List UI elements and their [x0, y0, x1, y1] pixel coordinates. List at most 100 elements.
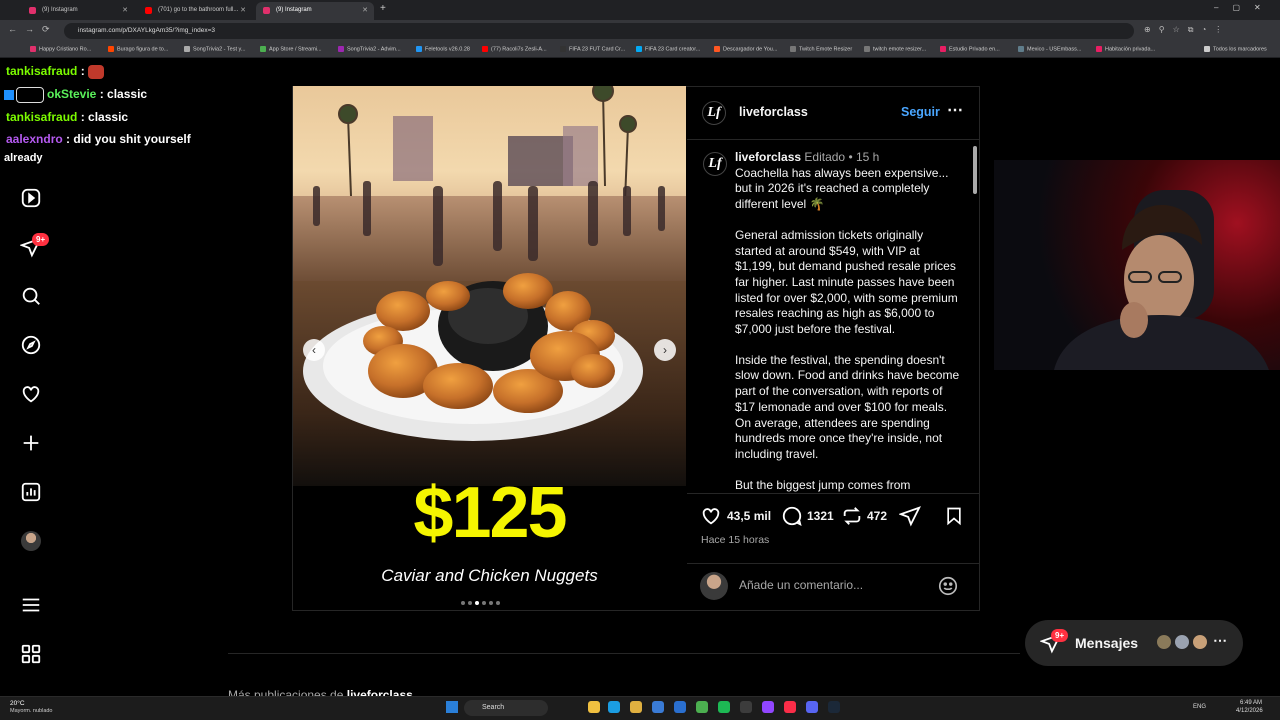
bookmark-item[interactable]: Descargador de You...: [714, 46, 777, 52]
bookmark-item[interactable]: Twitch Emote Resizer: [790, 46, 852, 52]
author-avatar[interactable]: Lf: [702, 101, 726, 125]
bookmark-item[interactable]: Mexico - USEmbass...: [1018, 46, 1081, 52]
bookmark-item[interactable]: Burago figura de to...: [108, 46, 168, 52]
bookmark-item[interactable]: Todos los marcadores: [1204, 46, 1267, 52]
language-indicator[interactable]: ENG: [1193, 704, 1206, 710]
contact-avatar: [1173, 633, 1191, 651]
repost-icon[interactable]: [841, 505, 863, 532]
caption-paragraph: General admission tickets originally sta…: [735, 227, 958, 337]
window-controls[interactable]: –▢✕: [1214, 3, 1275, 12]
bookmark-label: App Store / Streami...: [269, 46, 322, 53]
browser-tab[interactable]: (9) Instagram ✕: [22, 2, 134, 20]
reels-icon[interactable]: [20, 187, 42, 209]
nav-arrows-icon[interactable]: ←→⟳: [8, 24, 58, 35]
windows-start-icon[interactable]: [446, 701, 458, 713]
explore-icon[interactable]: [20, 334, 42, 356]
repost-count[interactable]: 472: [867, 509, 887, 523]
browser-extension-icons[interactable]: ⊕⚲☆⧉◔⋮: [1144, 25, 1230, 35]
spotify-icon[interactable]: [718, 701, 730, 713]
bookmark-favicon-icon: [338, 46, 344, 52]
bookmark-label: Mexico - USEmbass...: [1027, 46, 1082, 53]
clock-date: 4/12/2026: [1236, 708, 1263, 714]
bookmark-item[interactable]: App Store / Streami...: [260, 46, 322, 52]
bookmark-item[interactable]: Happy Cristiano Ro...: [30, 46, 91, 52]
folder-icon[interactable]: [630, 701, 642, 713]
mail-icon[interactable]: [674, 701, 686, 713]
previous-image-button[interactable]: ‹: [303, 339, 325, 361]
follow-button[interactable]: Seguir: [901, 105, 940, 119]
bookmark-favicon-icon: [416, 46, 422, 52]
emoji-icon[interactable]: [937, 575, 959, 602]
bookmark-item[interactable]: twitch emote resizer...: [864, 46, 926, 52]
bookmark-item[interactable]: Estudio Privado en...: [940, 46, 1000, 52]
weather-temp[interactable]: 20°C: [10, 700, 25, 707]
comment-count[interactable]: 1321: [807, 509, 834, 523]
price-overlay-text: $125: [413, 473, 567, 553]
like-count[interactable]: 43,5 mil: [727, 509, 771, 523]
chrome-icon[interactable]: [696, 701, 708, 713]
bookmark-favicon-icon: [1018, 46, 1024, 52]
bookmark-item[interactable]: Habitación privada...: [1096, 46, 1155, 52]
browser-tab-active[interactable]: (9) Instagram ✕: [256, 2, 374, 20]
search-icon[interactable]: [20, 285, 42, 307]
comment-icon[interactable]: [781, 505, 803, 532]
bookmark-item[interactable]: FIFA 23 Card creator...: [636, 46, 700, 52]
url-field[interactable]: instagram.com/p/DXAYLkgAm35/?img_index=3: [64, 23, 1134, 39]
caption-scrollbar[interactable]: [972, 142, 978, 492]
xbox-icon[interactable]: [740, 701, 752, 713]
close-tab-icon[interactable]: ✕: [122, 6, 128, 14]
close-tab-icon[interactable]: ✕: [240, 6, 246, 14]
bookmark-item[interactable]: FIFA 23 FUT Card Cr...: [560, 46, 625, 52]
caption-author[interactable]: liveforclass: [735, 150, 801, 164]
steam-icon[interactable]: [828, 701, 840, 713]
discord-icon[interactable]: [806, 701, 818, 713]
like-icon[interactable]: [700, 505, 722, 532]
create-icon[interactable]: [20, 432, 42, 454]
more-options-icon[interactable]: ⋯: [947, 100, 963, 120]
chat-message: tankisafraud :: [6, 64, 105, 79]
post-time: 15 h: [855, 150, 880, 164]
music-icon[interactable]: [784, 701, 796, 713]
weather-desc: Mayorm. nublado: [10, 708, 53, 714]
chat-text: already: [4, 152, 43, 164]
bookmark-item[interactable]: SongTrivia2 - Test y...: [184, 46, 245, 52]
twitch-icon[interactable]: [762, 701, 774, 713]
tab-label: (701) go to the bathroom full...: [158, 7, 239, 13]
comment-input[interactable]: Añade un comentario...: [739, 578, 863, 592]
profile-avatar[interactable]: [20, 530, 42, 552]
close-tab-icon[interactable]: ✕: [362, 6, 368, 14]
bookmark-label: FIFA 23 FUT Card Cr...: [569, 46, 626, 53]
bookmark-item[interactable]: Feletools v26.0.28: [416, 46, 470, 52]
post-media[interactable]: ‹ › $125 Caviar and Chicken Nuggets: [293, 86, 686, 610]
caption-author-avatar[interactable]: Lf: [703, 152, 727, 176]
browser-tab[interactable]: (701) go to the bathroom full... ✕: [138, 2, 252, 20]
bookmark-label: SongTrivia2 - Test y...: [193, 46, 246, 53]
new-tab-icon[interactable]: +: [380, 3, 386, 14]
bookmark-item[interactable]: SongTrivia2 - Advim...: [338, 46, 401, 52]
share-icon[interactable]: [898, 505, 921, 532]
bookmark-favicon-icon: [30, 46, 36, 52]
messages-pill[interactable]: 9+ Mensajes ⋯: [1025, 620, 1243, 666]
more-apps-icon[interactable]: [20, 643, 42, 665]
post-caption: liveforclass Editado • 15 h Coachella ha…: [735, 150, 960, 492]
bookmark-item[interactable]: (77) Racoli7s Zesli-A...: [482, 46, 547, 52]
file-explorer-icon[interactable]: [588, 701, 600, 713]
heart-icon[interactable]: [20, 383, 42, 405]
messages-label: Mensajes: [1075, 635, 1139, 651]
save-icon[interactable]: [944, 505, 964, 532]
clock-time[interactable]: 6:49 AM: [1240, 700, 1262, 706]
store-icon[interactable]: [652, 701, 664, 713]
bookmark-label: FIFA 23 Card creator...: [645, 46, 701, 53]
bookmark-label: SongTrivia2 - Advim...: [347, 46, 401, 53]
bookmark-label: Todos los marcadores: [1213, 46, 1267, 53]
menu-icon[interactable]: [20, 594, 42, 616]
scrollbar-thumb[interactable]: [973, 146, 977, 194]
bookmark-favicon-icon: [714, 46, 720, 52]
taskbar-search[interactable]: Search: [464, 700, 548, 716]
next-image-button[interactable]: ›: [654, 339, 676, 361]
edge-icon[interactable]: [608, 701, 620, 713]
author-username[interactable]: liveforclass: [739, 105, 808, 119]
chat-message: already: [4, 152, 43, 164]
post-actions: 43,5 mil 1321 472 Hace 15 horas: [687, 493, 979, 563]
dashboard-icon[interactable]: [20, 481, 42, 503]
